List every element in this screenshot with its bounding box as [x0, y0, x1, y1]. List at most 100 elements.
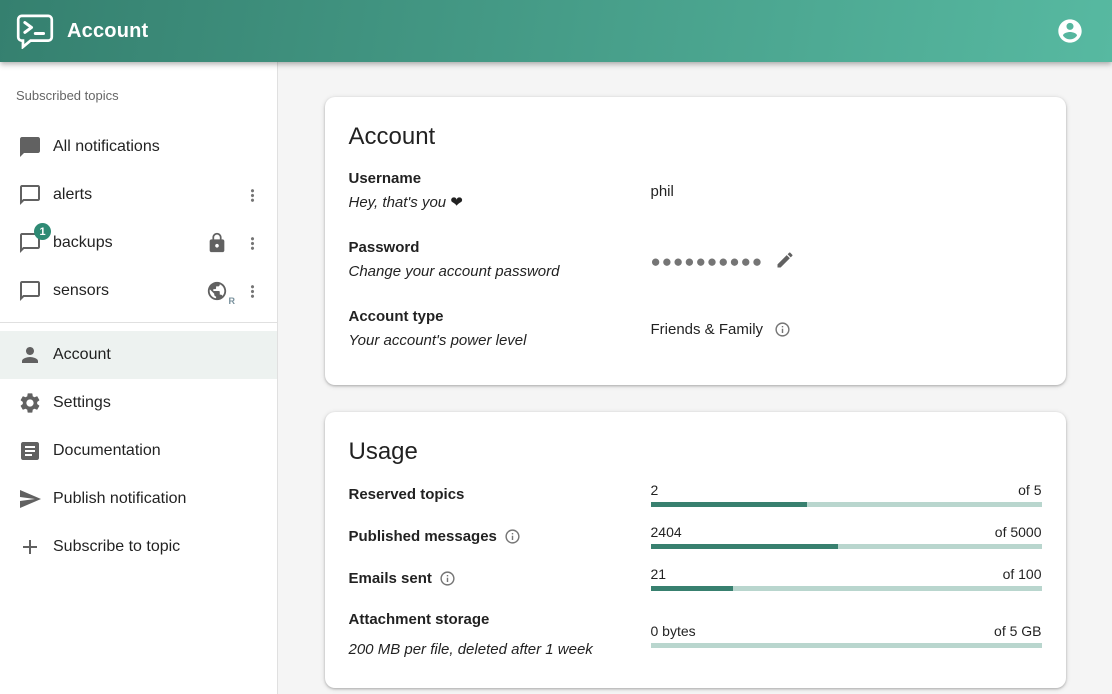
password-value-block: ●●●●●●●●●●: [651, 247, 1042, 273]
person-icon: [18, 343, 42, 367]
emails-sent-info-button[interactable]: [438, 569, 458, 589]
topic-label: sensors: [53, 282, 206, 300]
usage-stat-line: 2404 of 5000: [651, 524, 1042, 540]
chat-bubble-outline-icon: 1: [18, 231, 42, 255]
attachment-storage-row: Attachment storage 200 MB per file, dele…: [349, 608, 1042, 662]
sidebar-item-account[interactable]: Account: [0, 331, 277, 379]
unread-count-badge: 1: [34, 223, 51, 240]
plus-icon: [18, 535, 42, 559]
published-messages-meter: 2404 of 5000: [651, 524, 1042, 549]
account-type-label: Account type: [349, 305, 651, 329]
username-row: Username Hey, that's you ❤ phil: [349, 167, 1042, 215]
usage-stat-line: 21 of 100: [651, 566, 1042, 582]
topic-item-sensors[interactable]: sensors R: [0, 267, 277, 315]
emails-sent-meter: 21 of 100: [651, 566, 1042, 591]
sidebar-item-subscribe-to-topic[interactable]: Subscribe to topic: [0, 523, 277, 571]
sidebar: Subscribed topics All notifications aler…: [0, 62, 278, 694]
pencil-icon: [775, 250, 795, 270]
sidebar-item-documentation[interactable]: Documentation: [0, 427, 277, 475]
topic-item-alerts[interactable]: alerts: [0, 171, 277, 219]
account-card: Account Username Hey, that's you ❤ phil …: [325, 97, 1066, 385]
appbar: Account: [0, 0, 1112, 62]
progress-fill: [651, 544, 839, 549]
chat-bubble-outline-icon: [18, 183, 42, 207]
password-description: Change your account password: [349, 260, 651, 284]
attachment-storage-description: 200 MB per file, deleted after 1 week: [349, 638, 651, 662]
account-type-info-button[interactable]: [772, 319, 792, 339]
edit-password-button[interactable]: [772, 247, 798, 273]
sidebar-item-settings[interactable]: Settings: [0, 379, 277, 427]
usage-limit: of 5: [1018, 482, 1041, 498]
nav-label: Account: [53, 346, 267, 364]
ntfy-logo-icon: [16, 14, 54, 48]
published-messages-label: Published messages: [349, 525, 651, 549]
reserved-topics-row: Reserved topics 2 of 5: [349, 482, 1042, 507]
reserved-marker: R: [229, 296, 236, 306]
nav-label: Subscribe to topic: [53, 538, 267, 556]
sidebar-divider: [0, 322, 277, 323]
lock-icon: [206, 232, 228, 254]
chat-bubble-outline-icon: [18, 279, 42, 303]
topic-menu-button[interactable]: [237, 276, 267, 306]
article-icon: [18, 439, 42, 463]
attachment-storage-meter: 0 bytes of 5 GB: [651, 623, 1042, 648]
nav-label: Publish notification: [53, 490, 267, 508]
password-masked-value: ●●●●●●●●●●: [651, 253, 764, 270]
progress-bar: [651, 544, 1042, 549]
topic-item-backups[interactable]: 1 backups: [0, 219, 277, 267]
progress-bar: [651, 643, 1042, 648]
usage-label-text: Reserved topics: [349, 483, 465, 507]
usage-stat-line: 2 of 5: [651, 482, 1042, 498]
usage-card-title: Usage: [349, 438, 1042, 466]
topic-label: backups: [53, 234, 206, 252]
usage-value: 21: [651, 566, 667, 582]
published-messages-info-button[interactable]: [503, 527, 523, 547]
topic-menu-button[interactable]: [237, 228, 267, 258]
globe-reserved-icon: R: [206, 280, 228, 302]
emails-sent-row: Emails sent 21 of 100: [349, 566, 1042, 591]
account-circle-icon: [1056, 17, 1084, 45]
account-type-description: Your account's power level: [349, 329, 651, 353]
account-menu-button[interactable]: [1050, 11, 1090, 51]
main-content: Account Username Hey, that's you ❤ phil …: [278, 62, 1112, 694]
usage-value: 2404: [651, 524, 682, 540]
usage-limit: of 100: [1003, 566, 1042, 582]
account-type-label-block: Account type Your account's power level: [349, 305, 651, 353]
password-label: Password: [349, 236, 651, 260]
reserved-topics-label: Reserved topics: [349, 483, 651, 507]
more-vert-icon: [243, 234, 262, 253]
sidebar-item-publish-notification[interactable]: Publish notification: [0, 475, 277, 523]
usage-stat-line: 0 bytes of 5 GB: [651, 623, 1042, 639]
usage-value: 0 bytes: [651, 623, 696, 639]
emails-sent-label: Emails sent: [349, 567, 651, 591]
username-label-block: Username Hey, that's you ❤: [349, 167, 651, 215]
more-vert-icon: [243, 282, 262, 301]
usage-card: Usage Reserved topics 2 of 5 Pu: [325, 412, 1066, 688]
username-value: phil: [651, 183, 1042, 200]
topic-menu-button[interactable]: [237, 180, 267, 210]
account-type-row: Account type Your account's power level …: [349, 305, 1042, 353]
progress-fill: [651, 586, 733, 591]
usage-limit: of 5000: [995, 524, 1042, 540]
progress-bar: [651, 586, 1042, 591]
more-vert-icon: [243, 186, 262, 205]
usage-value: 2: [651, 482, 659, 498]
info-icon: [504, 528, 521, 545]
usage-label-text: Published messages: [349, 525, 497, 549]
chat-bubble-filled-icon: [18, 135, 42, 159]
published-messages-row: Published messages 2404 of 5000: [349, 524, 1042, 549]
subscribed-topics-heading: Subscribed topics: [0, 74, 277, 123]
page-title: Account: [67, 20, 148, 43]
topic-label: alerts: [53, 186, 237, 204]
topic-label: All notifications: [53, 138, 267, 156]
progress-bar: [651, 502, 1042, 507]
account-type-value-block: Friends & Family: [651, 319, 1042, 339]
account-card-title: Account: [349, 123, 1042, 151]
usage-label-text: Attachment storage: [349, 608, 490, 632]
usage-label-text: Emails sent: [349, 567, 432, 591]
usage-limit: of 5 GB: [994, 623, 1041, 639]
reserved-topics-meter: 2 of 5: [651, 482, 1042, 507]
topic-item-all-notifications[interactable]: All notifications: [0, 123, 277, 171]
send-icon: [18, 487, 42, 511]
username-label: Username: [349, 167, 651, 191]
